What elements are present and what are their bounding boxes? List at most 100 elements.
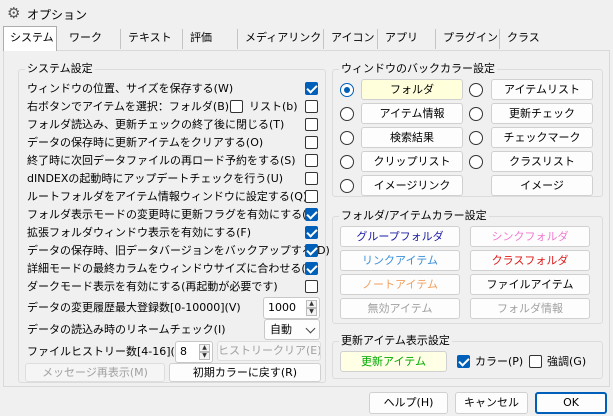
rename-check-label: データの読込み時のリネームチェック(I) — [27, 323, 226, 336]
file-item-color-button[interactable]: ファイルアイテム — [470, 274, 590, 295]
tab-bar: システム ワーク テキスト 評価 メディアリンク アイコン アプリ プラグイン … — [3, 26, 610, 51]
system-settings-title: システム設定 — [25, 62, 95, 76]
option-save-window-position: ウィンドウの位置、サイズを保存する(W) — [27, 80, 233, 97]
note-item-color-button[interactable]: ノートアイテム — [340, 274, 460, 295]
radio-update-check[interactable] — [469, 107, 483, 121]
cancel-button[interactable]: キャンセル — [455, 392, 528, 414]
option-extended-folder-window: 拡張フォルダウィンドウ表示を有効にする(F) — [27, 224, 251, 241]
update-color-checkbox[interactable] — [457, 355, 470, 368]
reset-colors-button[interactable]: 初期カラーに戻す(R) — [169, 363, 321, 382]
class-folder-color-button[interactable]: クラスフォルダ — [470, 250, 590, 271]
close-after-load-checkbox[interactable] — [305, 118, 318, 131]
option-label: ルートフォルダをアイテム情報ウィンドウに設定する(Q) — [27, 190, 308, 203]
ok-button[interactable]: OK — [535, 392, 607, 414]
update-item-color-button[interactable]: 更新アイテム — [340, 351, 447, 372]
bgcolor-check-mark-button[interactable]: チェックマーク — [491, 127, 593, 148]
spin-up-icon[interactable]: ▲ — [199, 344, 210, 352]
link-item-color-button[interactable]: リンクアイテム — [340, 250, 460, 271]
tab-text[interactable]: テキスト — [120, 29, 182, 49]
radio-search-results[interactable] — [340, 131, 354, 145]
bgcolor-update-check-button[interactable]: 更新チェック — [491, 103, 593, 124]
option-label: 終了時に次回データファイルの再ロード予約をする(S) — [27, 154, 296, 167]
disabled-item-color-button[interactable]: 無効アイテム — [340, 298, 460, 319]
right-button-folder-checkbox[interactable] — [230, 100, 243, 113]
spin-down-icon[interactable]: ▼ — [199, 352, 210, 360]
rename-check-value: 自動 — [270, 323, 292, 336]
radio-folder[interactable] — [340, 83, 354, 97]
title-bar: ⚙ オプション — [0, 0, 613, 26]
tab-rating[interactable]: 評価 — [182, 29, 237, 49]
root-folder-info-checkbox[interactable] — [305, 190, 318, 203]
update-flag-checkbox[interactable] — [305, 208, 318, 221]
bgcolor-image-link-button[interactable]: イメージリンク — [361, 175, 463, 196]
gear-icon: ⚙ — [7, 4, 21, 22]
radio-class-list[interactable] — [469, 155, 483, 169]
option-reload-reservation: 終了時に次回データファイルの再ロード予約をする(S) — [27, 152, 296, 169]
clear-history-button[interactable]: ヒストリークリア(E) — [217, 341, 321, 361]
radio-clip-list[interactable] — [340, 155, 354, 169]
tab-work[interactable]: ワーク — [62, 29, 120, 49]
option-label: ウィンドウの位置、サイズを保存する(W) — [27, 82, 234, 95]
window-title: オプション — [27, 8, 88, 22]
option-label: データの保存時、旧データバージョンをバックアップする(D) — [27, 244, 330, 257]
tab-media-link[interactable]: メディアリンク — [237, 29, 323, 49]
rename-check-select[interactable]: 自動 — [264, 319, 320, 340]
system-settings-group: システム設定 ウィンドウの位置、サイズを保存する(W) 右ボタンでアイテムを選択… — [18, 62, 330, 383]
redisplay-messages-button[interactable]: メッセージ再表示(M) — [25, 363, 165, 382]
radio-item-info[interactable] — [340, 107, 354, 121]
bgcolor-search-results-button[interactable]: 検索結果 — [361, 127, 463, 148]
right-button-list-checkbox[interactable] — [305, 100, 318, 113]
radio-check-mark[interactable] — [469, 131, 483, 145]
radio-image-link[interactable] — [340, 179, 354, 193]
file-history-label: ファイルヒストリー数[4-16](N) — [27, 345, 188, 358]
option-right-button-select: 右ボタンでアイテムを選択：フォルダ(B) — [27, 98, 229, 115]
chevron-down-icon — [305, 323, 316, 334]
folder-item-color-title: フォルダ/アイテムカラー設定 — [339, 209, 489, 223]
file-history-value: 8 — [180, 345, 187, 358]
option-label: 詳細モードの最終カラムをウィンドウサイズに合わせる(A) — [27, 262, 318, 275]
update-check-checkbox[interactable] — [305, 172, 318, 185]
tab-plugin[interactable]: プラグイン — [435, 29, 499, 49]
option-update-check-on-start: dINDEXの起動時にアップデートチェックを行う(U) — [27, 170, 283, 187]
tab-panel-system: システム設定 ウィンドウの位置、サイズを保存する(W) 右ボタンでアイテムを選択… — [3, 50, 610, 387]
save-window-position-checkbox[interactable] — [305, 82, 318, 95]
bgcolor-item-list-button[interactable]: アイテムリスト — [491, 79, 593, 100]
tab-system[interactable]: システム — [3, 26, 57, 51]
backup-old-version-checkbox[interactable] — [305, 244, 318, 257]
bgcolor-clip-list-button[interactable]: クリップリスト — [361, 151, 463, 172]
update-item-display-title: 更新アイテム表示設定 — [339, 334, 452, 348]
reload-reservation-checkbox[interactable] — [305, 154, 318, 167]
tab-icon[interactable]: アイコン — [323, 29, 377, 49]
tab-class[interactable]: クラス — [499, 29, 551, 49]
tab-app[interactable]: アプリ — [377, 29, 435, 49]
clear-updates-checkbox[interactable] — [305, 136, 318, 149]
folder-info-color-button[interactable]: フォルダ情報 — [470, 298, 590, 319]
option-clear-updates-on-save: データの保存時に更新アイテムをクリアする(O) — [27, 134, 263, 151]
file-history-spinner[interactable]: 8 ▲ ▼ — [175, 341, 213, 363]
fit-last-column-checkbox[interactable] — [305, 262, 318, 275]
dark-mode-checkbox[interactable] — [305, 280, 318, 293]
history-max-label: データの変更履歴最大登録数[0-10000](V) — [27, 301, 241, 314]
option-label: フォルダ読込み、更新チェックの終了後に閉じる(T) — [27, 118, 285, 131]
sync-folder-color-button[interactable]: シンクフォルダ — [470, 226, 590, 247]
spin-up-icon[interactable]: ▲ — [306, 300, 317, 308]
option-label: データの保存時に更新アイテムをクリアする(O) — [27, 136, 264, 149]
bgcolor-item-info-button[interactable]: アイテム情報 — [361, 103, 463, 124]
option-label: dINDEXの起動時にアップデートチェックを行う(U) — [27, 172, 284, 185]
option-dark-mode: ダークモード表示を有効にする(再起動が必要です) — [27, 278, 278, 295]
update-bold-label: 強調(G) — [547, 355, 587, 368]
window-bgcolor-title: ウィンドウのバックカラー設定 — [339, 62, 497, 76]
option-root-folder-info: ルートフォルダをアイテム情報ウィンドウに設定する(Q) — [27, 188, 307, 205]
group-folder-color-button[interactable]: グループフォルダ — [340, 226, 460, 247]
bgcolor-image-button[interactable]: イメージ — [491, 175, 593, 196]
extended-folder-window-checkbox[interactable] — [305, 226, 318, 239]
radio-item-list[interactable] — [469, 83, 483, 97]
help-button[interactable]: ヘルプ(H) — [369, 392, 448, 414]
bgcolor-folder-button[interactable]: フォルダ — [361, 79, 463, 100]
bgcolor-class-list-button[interactable]: クラスリスト — [491, 151, 593, 172]
option-label: ダークモード表示を有効にする(再起動が必要です) — [27, 280, 278, 293]
update-bold-checkbox[interactable] — [529, 355, 542, 368]
update-color-label: カラー(P) — [475, 355, 524, 368]
spin-down-icon[interactable]: ▼ — [306, 308, 317, 316]
history-max-spinner[interactable]: 1000 ▲ ▼ — [263, 297, 320, 319]
